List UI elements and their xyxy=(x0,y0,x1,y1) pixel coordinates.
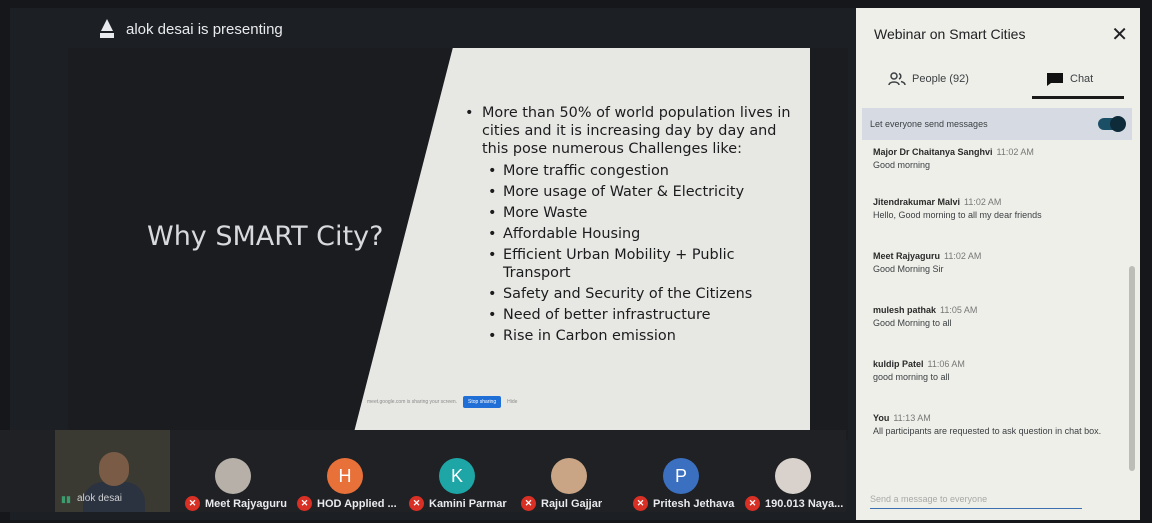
avatar-photo xyxy=(775,458,811,494)
sub-bullet-item: Need of better infrastructure xyxy=(465,306,805,324)
avatar-photo xyxy=(215,458,251,494)
chat-message: You 11:13 AM All participants are request… xyxy=(873,412,1103,438)
message-sender: Jitendrakumar Malvi xyxy=(873,197,961,207)
message-text: Good morning xyxy=(873,160,931,170)
self-name-label: ▮▮ alok desai xyxy=(61,493,122,504)
send-messages-toggle[interactable] xyxy=(1098,116,1126,132)
participant-name: HOD Applied ... xyxy=(317,497,397,510)
participant-name: Pritesh Jethava xyxy=(653,497,735,510)
mic-off-icon: ✕ xyxy=(185,496,200,511)
slide-bullets: More than 50% of world population lives … xyxy=(465,104,805,348)
sub-bullet-item: Rise in Carbon emission xyxy=(465,327,805,345)
participant-name-row: ✕ Pritesh Jethava xyxy=(633,496,734,511)
tab-people[interactable]: People (92) xyxy=(888,72,969,86)
message-time: 11:05 AM xyxy=(940,305,978,315)
participant-tile[interactable]: ✕ Rajul Gajjar xyxy=(521,430,631,512)
toggle-label: Let everyone send messages xyxy=(870,119,988,129)
side-panel: Webinar on Smart Cities ✕ People (92) Ch… xyxy=(856,8,1140,520)
sub-bullet-item: Efficient Urban Mobility + Public Transp… xyxy=(465,246,805,282)
sub-bullet-item: More usage of Water & Electricity xyxy=(465,183,805,201)
people-icon xyxy=(888,72,906,86)
share-notice-text: meet.google.com is sharing your screen. xyxy=(367,399,458,405)
panel-tabs: People (92) Chat xyxy=(856,66,1140,102)
bullet-item: More than 50% of world population lives … xyxy=(465,104,805,158)
panel-title: Webinar on Smart Cities xyxy=(874,26,1026,42)
message-sender: Meet Rajyaguru xyxy=(873,251,941,261)
chat-message: Meet Rajyaguru 11:02 AM Good Morning Sir xyxy=(873,250,981,276)
participant-name-row: ✕ Meet Rajyaguru xyxy=(185,496,287,511)
message-sender: Major Dr Chaitanya Sanghvi xyxy=(873,147,993,157)
tab-chat[interactable]: Chat xyxy=(1046,72,1093,86)
participant-tile[interactable]: ✕ 190.013 Naya... xyxy=(745,430,846,512)
participant-name-row: ✕ 190.013 Naya... xyxy=(745,496,843,511)
chat-message-input[interactable]: Send a message to everyone xyxy=(870,494,1082,509)
presenter-banner: alok desai is presenting xyxy=(98,18,283,40)
chat-message: Major Dr Chaitanya Sanghvi 11:02 AM Good … xyxy=(873,146,1034,172)
message-text: Good Morning Sir xyxy=(873,264,944,274)
message-text: Good Morning to all xyxy=(873,318,952,328)
message-time: 11:02 AM xyxy=(996,147,1034,157)
sub-bullet-item: Safety and Security of the Citizens xyxy=(465,285,805,303)
participant-name-row: ✕ HOD Applied ... xyxy=(297,496,397,511)
chat-permission-row: Let everyone send messages xyxy=(862,108,1132,140)
hide-button[interactable]: Hide xyxy=(507,399,517,405)
slide-title: Why SMART City? xyxy=(147,221,384,252)
mic-off-icon: ✕ xyxy=(297,496,312,511)
close-icon[interactable]: ✕ xyxy=(1111,22,1128,47)
screen-share-notice: meet.google.com is sharing your screen. … xyxy=(367,396,517,408)
chat-scrollbar[interactable] xyxy=(1129,266,1135,471)
chat-message: mulesh pathak 11:05 AM Good Morning to al… xyxy=(873,304,977,330)
avatar-initial: K xyxy=(439,458,475,494)
participant-name: Rajul Gajjar xyxy=(541,497,603,510)
audio-level-icon: ▮▮ xyxy=(61,493,71,504)
mic-off-icon: ✕ xyxy=(409,496,424,511)
message-text: All participants are requested to ask qu… xyxy=(873,426,1102,436)
message-time: 11:06 AM xyxy=(927,359,965,369)
present-screen-icon xyxy=(100,19,114,38)
self-video-tile[interactable]: ▮▮ alok desai xyxy=(55,430,170,512)
message-time: 11:13 AM xyxy=(893,413,931,423)
avatar-initial: P xyxy=(663,458,699,494)
participant-name: Kamini Parmar xyxy=(429,497,507,510)
self-name: alok desai xyxy=(77,493,123,504)
chat-message: kuldip Patel 11:06 AM good morning to all xyxy=(873,358,965,384)
participant-tile[interactable]: P ✕ Pritesh Jethava xyxy=(633,430,743,512)
mic-off-icon: ✕ xyxy=(745,496,760,511)
tab-people-label: People (92) xyxy=(912,73,969,85)
message-time: 11:02 AM xyxy=(944,251,982,261)
participant-tile[interactable]: H ✕ HOD Applied ... xyxy=(297,430,407,512)
participant-tile[interactable]: ✕ Meet Rajyaguru xyxy=(185,430,295,512)
presenter-label: alok desai is presenting xyxy=(126,20,283,38)
avatar-photo xyxy=(551,458,587,494)
sub-bullet-item: Affordable Housing xyxy=(465,225,805,243)
message-sender: kuldip Patel xyxy=(873,359,924,369)
self-video-face xyxy=(99,452,129,486)
chat-message: Jitendrakumar Malvi 11:02 AM Hello, Good … xyxy=(873,196,1042,222)
message-time: 11:02 AM xyxy=(964,197,1002,207)
mic-off-icon: ✕ xyxy=(521,496,536,511)
tab-chat-label: Chat xyxy=(1070,73,1094,85)
meet-window: alok desai is presenting Why SMART City?… xyxy=(0,0,1152,523)
message-text: good morning to all xyxy=(873,372,950,382)
participant-name-row: ✕ Rajul Gajjar xyxy=(521,496,602,511)
message-text: Hello, Good morning to all my dear frien… xyxy=(873,210,1042,220)
avatar-initial: H xyxy=(327,458,363,494)
active-tab-indicator xyxy=(1032,96,1124,99)
message-sender: mulesh pathak xyxy=(873,305,937,315)
stop-sharing-button[interactable]: Stop sharing xyxy=(463,396,502,408)
participant-name: 190.013 Naya... xyxy=(765,497,844,510)
message-sender: You xyxy=(873,413,890,423)
participant-name-row: ✕ Kamini Parmar xyxy=(409,496,507,511)
chat-icon xyxy=(1047,73,1063,86)
participant-strip: ▮▮ alok desai ✕ Meet Rajyaguru H ✕ HOD A… xyxy=(0,430,846,512)
mic-off-icon: ✕ xyxy=(633,496,648,511)
participant-name: Meet Rajyaguru xyxy=(205,497,287,510)
participant-tile[interactable]: K ✕ Kamini Parmar xyxy=(409,430,519,512)
sub-bullet-item: More Waste xyxy=(465,204,805,222)
sub-bullet-item: More traffic congestion xyxy=(465,162,805,180)
